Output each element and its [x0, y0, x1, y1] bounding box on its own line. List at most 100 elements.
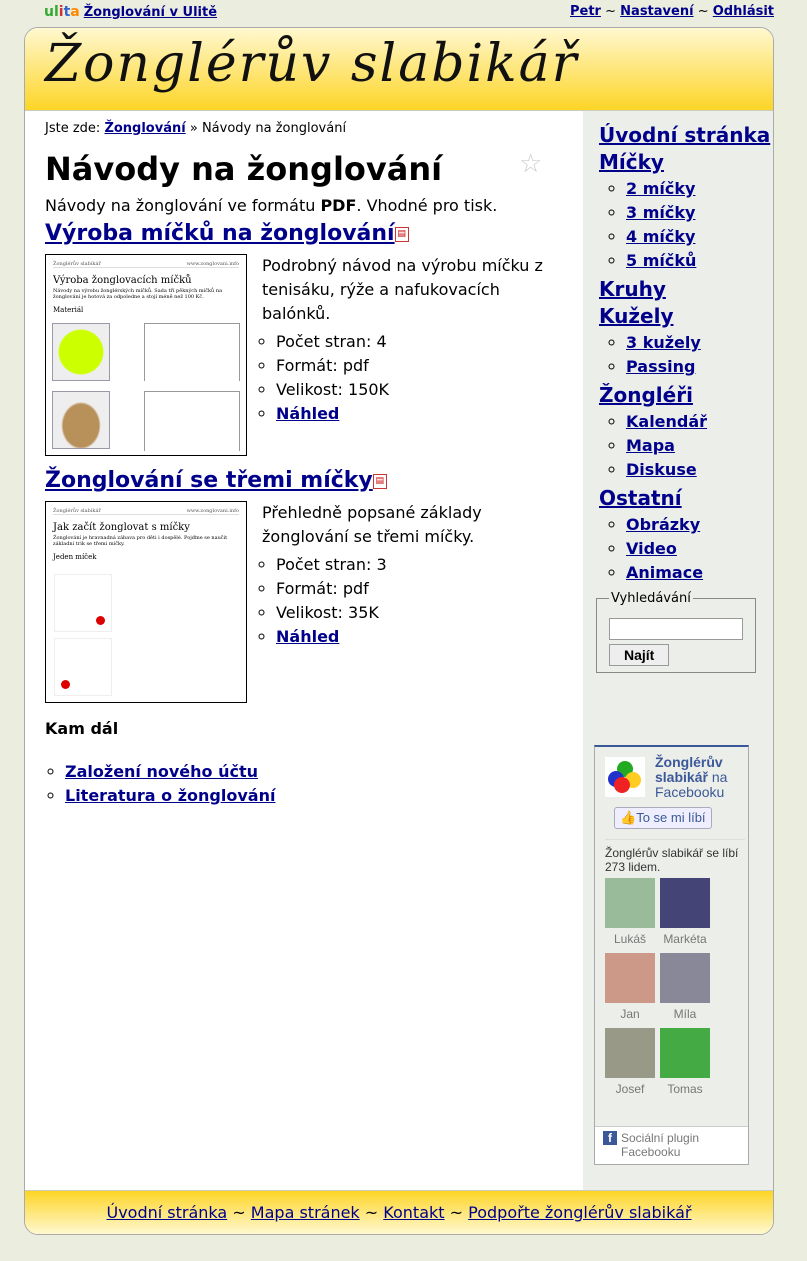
item-description: Podrobný návod na výrobu míčku z tenisák… — [262, 256, 543, 323]
like-count: Žonglérův slabikář se líbí 273 lidem. — [605, 839, 745, 874]
thumb-text: Žonglování je hravnadná zábava pro děti … — [53, 535, 228, 547]
face[interactable]: Lukáš — [605, 878, 655, 946]
page: Žonglérův slabikář Jste zde: Žonglování … — [24, 27, 774, 1235]
thumb-url: www.zonglovani.info — [186, 508, 239, 514]
site-link[interactable]: Žonglování v Ulitě — [84, 5, 217, 20]
page-logo[interactable] — [605, 757, 645, 797]
face[interactable]: Míla — [660, 953, 710, 1021]
nav-clubs[interactable]: Kužely — [599, 304, 773, 329]
nav-item[interactable]: 3 míčky — [626, 203, 695, 222]
fb-na: na — [711, 769, 728, 785]
avatar — [660, 1028, 710, 1078]
tennis-ball-image — [52, 323, 110, 381]
page-count: Počet stran: 3 — [276, 553, 547, 577]
format: Formát: pdf — [276, 577, 547, 601]
fb-facebook-link[interactable]: Facebooku — [655, 784, 724, 800]
item-link[interactable]: Výroba míčků na žonglování — [45, 221, 395, 246]
social-plugin-label: Sociální plugin Facebooku — [621, 1131, 700, 1159]
footer-link[interactable]: Podpořte žonglérův slabikář — [468, 1203, 691, 1222]
thumb-table — [144, 391, 240, 451]
separator: ~ — [605, 4, 617, 19]
star-icon[interactable]: ☆ — [519, 149, 542, 179]
nav-other[interactable]: Ostatní — [599, 486, 773, 511]
search-legend: Vyhledávání — [611, 591, 691, 606]
pdf-thumbnail[interactable]: Žonglérův slabikář www.zonglovani.info Ja… — [45, 501, 247, 703]
footer-link[interactable]: Úvodní stránka — [106, 1203, 227, 1222]
file-size: Velikost: 150K — [276, 378, 547, 402]
next-links: Založení nového účtu Literatura o žonglo… — [45, 760, 563, 808]
like-button[interactable]: 👍To se mi líbí — [614, 807, 712, 829]
face[interactable]: Tomas — [660, 1028, 710, 1096]
face-name: Lukáš — [613, 932, 647, 946]
page-title: Návody na žonglování — [45, 150, 443, 188]
logout-link[interactable]: Odhlásit — [713, 4, 774, 19]
nav-item[interactable]: Obrázky — [626, 515, 700, 534]
face-name: Markéta — [663, 932, 707, 946]
avatar — [660, 953, 710, 1003]
next-link[interactable]: Literatura o žonglování — [65, 786, 275, 805]
next-link[interactable]: Založení nového účtu — [65, 762, 258, 781]
pdf-icon: ▤ — [372, 473, 387, 489]
avatar — [605, 953, 655, 1003]
thumb-section: Materiál — [53, 306, 84, 314]
next-heading: Kam dál — [45, 719, 119, 738]
nav-home[interactable]: Úvodní stránka — [599, 123, 773, 148]
nav-item[interactable]: Passing — [626, 357, 695, 376]
format: Formát: pdf — [276, 354, 547, 378]
nav-item[interactable]: Video — [626, 539, 677, 558]
face[interactable]: Jan — [605, 953, 655, 1021]
nav-item[interactable]: 2 míčky — [626, 179, 695, 198]
nav-item[interactable]: 3 kužely — [626, 333, 701, 352]
breadcrumb-link[interactable]: Žonglování — [104, 121, 185, 136]
item-description: Přehledně popsané základy žonglování se … — [262, 503, 482, 546]
footer: Úvodní stránka ~ Mapa stránek ~ Kontakt … — [25, 1190, 773, 1234]
nav-item[interactable]: Mapa — [626, 436, 675, 455]
social-plugin[interactable]: f Sociální plugin Facebooku — [595, 1126, 748, 1164]
page-count: Počet stran: 4 — [276, 330, 547, 354]
nav-rings[interactable]: Kruhy — [599, 277, 773, 302]
face[interactable]: Josef — [605, 1028, 655, 1096]
thumb-header: Žonglérův slabikář — [53, 261, 101, 267]
intro-text-end: . Vhodné pro tisk. — [356, 196, 498, 215]
user-link[interactable]: Petr — [570, 4, 601, 19]
footer-link[interactable]: Kontakt — [383, 1203, 444, 1222]
breadcrumb-current: Návody na žonglování — [201, 121, 347, 136]
preview-link[interactable]: Náhled — [276, 627, 339, 646]
site-title[interactable]: Žonglérův slabikář — [45, 34, 578, 94]
footer-link[interactable]: Mapa stránek — [251, 1203, 360, 1222]
search-input[interactable] — [609, 618, 743, 640]
item-details: Přehledně popsané základy žonglování se … — [262, 501, 547, 649]
nav-item[interactable]: 5 míčků — [626, 251, 696, 270]
facebook-widget: Žonglérův slabikář na Facebooku 👍To se m… — [594, 745, 749, 1165]
face-name: Míla — [673, 1007, 697, 1021]
search-button[interactable]: Najít — [609, 644, 670, 666]
nav-item[interactable]: Animace — [626, 563, 703, 582]
nav-item[interactable]: Diskuse — [626, 460, 697, 479]
top-bar: ulita Žonglování v Ulitě Petr ~ Nastavení… — [44, 4, 774, 22]
separator: ~ — [364, 1203, 379, 1222]
nav-item[interactable]: 4 míčky — [626, 227, 695, 246]
nav-balls[interactable]: Míčky — [599, 150, 773, 175]
separator: ~ — [449, 1203, 464, 1222]
juggling-diagram — [54, 638, 112, 696]
preview-link[interactable]: Náhled — [276, 404, 339, 423]
sidebar-nav: Úvodní stránka Míčky 2 míčky 3 míčky 4 míč… — [583, 111, 773, 585]
thumb-text: Návody na výrobu žonglérských míčků. Sad… — [53, 288, 223, 300]
pdf-thumbnail[interactable]: Žonglérův slabikář www.zonglovani.info Vý… — [45, 254, 247, 456]
settings-link[interactable]: Nastavení — [620, 4, 693, 19]
breadcrumb-prefix: Jste zde: — [45, 121, 101, 136]
face-name: Josef — [615, 1082, 645, 1096]
ulita-logo[interactable]: ulita — [44, 4, 80, 20]
face-name: Jan — [620, 1007, 640, 1021]
fb-page-name: Žonglérův slabikář na Facebooku — [655, 755, 748, 800]
thumb-section: Jeden míček — [53, 553, 97, 561]
nav-jugglers[interactable]: Žongléři — [599, 383, 773, 408]
item-link[interactable]: Žonglování se třemi míčky — [45, 468, 373, 493]
face[interactable]: Markéta — [660, 878, 710, 946]
preview-item: Náhled — [276, 625, 547, 649]
separator: ~ — [697, 4, 709, 19]
intro: Návody na žonglování ve formátu PDF. Vho… — [45, 196, 563, 215]
rice-image — [52, 391, 110, 449]
faces: Lukáš Markéta Jan Míla Josef Tomas — [605, 878, 725, 1103]
nav-item[interactable]: Kalendář — [626, 412, 707, 431]
